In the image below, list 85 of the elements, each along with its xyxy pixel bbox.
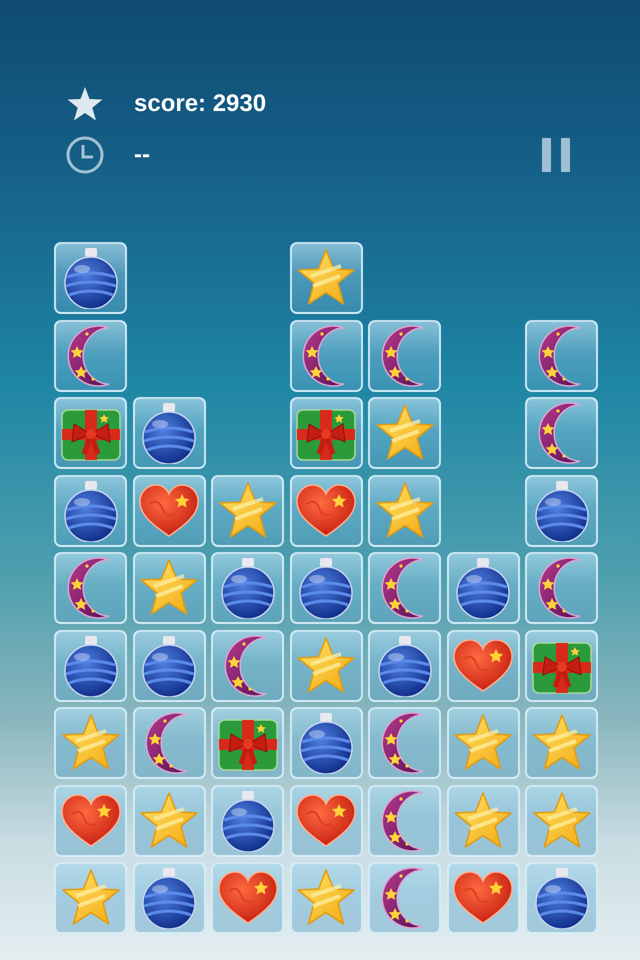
- clock-icon: [66, 136, 104, 174]
- heart-icon: [295, 794, 357, 848]
- game-tile[interactable]: [368, 474, 441, 546]
- star-icon: [530, 790, 592, 850]
- game-tile[interactable]: [132, 397, 206, 469]
- game-tile[interactable]: [446, 552, 520, 624]
- game-tile[interactable]: [446, 784, 520, 856]
- star-icon: [452, 790, 514, 850]
- game-tile[interactable]: [525, 320, 598, 392]
- game-tile[interactable]: [132, 707, 206, 779]
- game-tile[interactable]: [525, 862, 598, 934]
- ornament-icon: [140, 867, 198, 929]
- star-icon: [138, 790, 200, 850]
- star-icon: [374, 480, 436, 540]
- game-tile[interactable]: [211, 707, 284, 779]
- game-tile[interactable]: [290, 784, 362, 856]
- game-tile[interactable]: [446, 630, 520, 702]
- ornament-icon: [62, 480, 120, 542]
- game-tile[interactable]: [290, 630, 362, 702]
- game-tile[interactable]: [54, 552, 127, 624]
- ornament-icon: [140, 634, 198, 696]
- game-tile[interactable]: [211, 474, 284, 546]
- star-icon: [295, 636, 357, 696]
- game-tile[interactable]: [211, 552, 284, 624]
- ornament-icon: [297, 712, 355, 774]
- game-tile[interactable]: [290, 552, 362, 624]
- game-tile[interactable]: [211, 784, 284, 856]
- ornament-icon: [218, 790, 276, 852]
- ornament-icon: [218, 557, 276, 619]
- game-tile[interactable]: [54, 397, 127, 469]
- game-tile[interactable]: [54, 707, 127, 779]
- game-tile[interactable]: [211, 862, 284, 934]
- ornament-icon: [376, 634, 434, 696]
- timer-text: --: [134, 140, 150, 170]
- game-tile[interactable]: [368, 862, 441, 934]
- game-tile[interactable]: [290, 707, 362, 779]
- star-icon: [66, 86, 104, 122]
- game-tile[interactable]: [525, 784, 598, 856]
- pause-button[interactable]: [542, 138, 570, 172]
- score-text: score: 2930: [134, 89, 266, 119]
- game-tile[interactable]: [368, 707, 441, 779]
- game-tile[interactable]: [54, 630, 127, 702]
- pause-icon: [542, 138, 570, 172]
- game-tile[interactable]: [525, 397, 598, 469]
- game-tile[interactable]: [290, 242, 362, 314]
- heart-icon: [216, 871, 278, 925]
- game-tile[interactable]: [54, 242, 127, 314]
- game-tile[interactable]: [368, 397, 441, 469]
- heart-icon: [452, 638, 514, 692]
- heart-icon: [295, 484, 357, 538]
- game-tile[interactable]: [525, 474, 598, 546]
- ornament-icon: [62, 634, 120, 696]
- ornament-icon: [532, 867, 590, 929]
- game-tile[interactable]: [211, 630, 284, 702]
- game-tile[interactable]: [525, 630, 598, 702]
- game-tile[interactable]: [132, 474, 206, 546]
- game-tile[interactable]: [54, 784, 127, 856]
- ornament-icon: [297, 557, 355, 619]
- game-tile[interactable]: [290, 862, 362, 934]
- game-tile[interactable]: [368, 630, 441, 702]
- ornament-icon: [140, 402, 198, 464]
- game-tile[interactable]: [132, 552, 206, 624]
- game-tile[interactable]: [368, 320, 441, 392]
- heart-icon: [60, 794, 122, 848]
- game-tile[interactable]: [368, 784, 441, 856]
- heart-icon: [138, 484, 200, 538]
- game-tile[interactable]: [525, 552, 598, 624]
- game-tile[interactable]: [290, 397, 362, 469]
- game-tile[interactable]: [368, 552, 441, 624]
- heart-icon: [452, 871, 514, 925]
- game-tile[interactable]: [54, 320, 127, 392]
- game-tile[interactable]: [132, 784, 206, 856]
- game-tile[interactable]: [132, 630, 206, 702]
- game-tile[interactable]: [446, 862, 520, 934]
- ornament-icon: [532, 480, 590, 542]
- game-tile[interactable]: [290, 474, 362, 546]
- game-tile[interactable]: [290, 320, 362, 392]
- ornament-icon: [62, 247, 120, 309]
- game-tile[interactable]: [525, 707, 598, 779]
- game-tile[interactable]: [54, 862, 127, 934]
- ornament-icon: [454, 557, 512, 619]
- star-icon: [216, 480, 278, 540]
- game-tile[interactable]: [132, 862, 206, 934]
- game-tile[interactable]: [54, 474, 127, 546]
- game-tile[interactable]: [446, 707, 520, 779]
